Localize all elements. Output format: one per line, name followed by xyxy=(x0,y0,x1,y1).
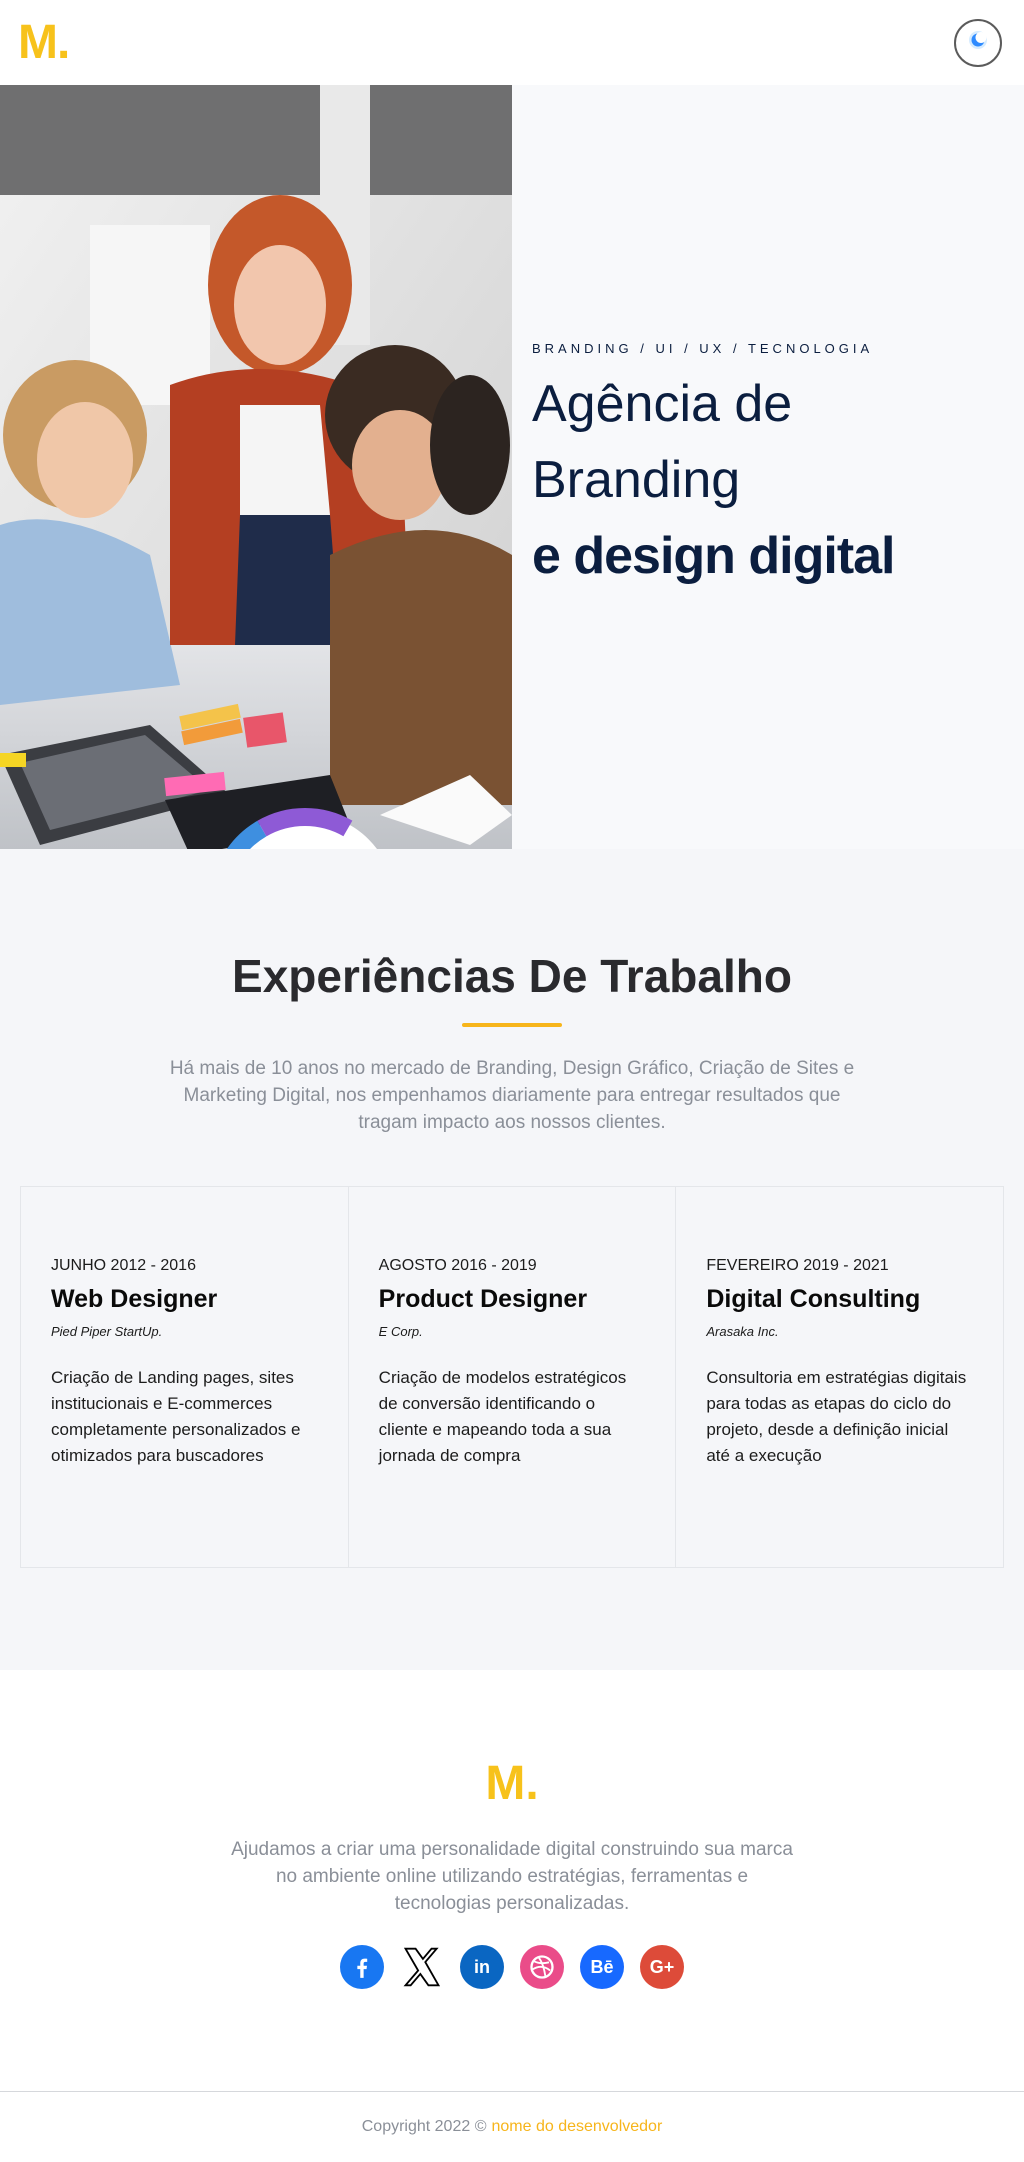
experience-card: JUNHO 2012 - 2016 Web Designer Pied Pipe… xyxy=(21,1187,349,1567)
google-plus-label: G+ xyxy=(649,1956,675,1977)
title-underline xyxy=(462,1023,562,1027)
x-icon[interactable] xyxy=(400,1945,444,1989)
social-links: in Bē G+ xyxy=(0,1945,1024,1989)
copyright-bar: Copyright 2022 © nome do desenvolvedor xyxy=(0,2092,1024,2162)
section-description: Há mais de 10 anos no mercado de Brandin… xyxy=(169,1058,855,1133)
site-header: M. xyxy=(0,0,1024,85)
card-date: AGOSTO 2016 - 2019 xyxy=(378,1257,537,1274)
linkedin-icon[interactable]: in xyxy=(460,1945,504,1989)
copyright-text: Copyright 2022 © xyxy=(361,2118,487,2135)
card-title: Web Designer xyxy=(51,1285,218,1313)
card-title: Digital Consulting xyxy=(706,1285,921,1313)
experience-card: AGOSTO 2016 - 2019 Product Designer E Co… xyxy=(349,1187,677,1567)
card-text: Criação de modelos estratégicos de conve… xyxy=(378,1368,627,1465)
card-company: Arasaka Inc. xyxy=(706,1324,779,1339)
behance-icon[interactable]: Bē xyxy=(580,1945,624,1989)
experience-section: Experiências De Trabalho Há mais de 10 a… xyxy=(0,849,1024,1670)
footer-description: Ajudamos a criar uma personalidade digit… xyxy=(231,1839,793,1914)
hero-section: BRANDING / UI / UX / TECNOLOGIA Agência … xyxy=(0,85,1024,849)
linkedin-label: in xyxy=(474,1956,490,1977)
site-logo[interactable]: M. xyxy=(18,18,70,67)
card-title: Product Designer xyxy=(378,1285,588,1313)
hero-photo xyxy=(0,85,512,849)
theme-toggle-button[interactable] xyxy=(954,18,1002,67)
dribbble-icon[interactable] xyxy=(520,1945,564,1989)
hero-title-line3: e design digital xyxy=(532,526,896,585)
section-title: Experiências De Trabalho xyxy=(232,950,792,1002)
moon-icon xyxy=(966,28,990,57)
card-text: Criação de Landing pages, sites instituc… xyxy=(51,1368,301,1465)
hero-title-line1: Agência de xyxy=(532,374,793,433)
hero-title-line2: Branding xyxy=(532,450,741,509)
developer-link[interactable]: nome do desenvolvedor xyxy=(491,2118,662,2136)
card-date: JUNHO 2012 - 2016 xyxy=(51,1257,196,1274)
google-plus-icon[interactable]: G+ xyxy=(640,1945,684,1989)
experience-cards: JUNHO 2012 - 2016 Web Designer Pied Pipe… xyxy=(20,1186,1004,1568)
card-company: Pied Piper StartUp. xyxy=(51,1324,163,1339)
footer-logo[interactable]: M. xyxy=(0,1760,1024,1808)
card-date: FEVEREIRO 2019 - 2021 xyxy=(706,1257,889,1274)
hero-kicker: BRANDING / UI / UX / TECNOLOGIA xyxy=(532,340,874,356)
experience-card: FEVEREIRO 2019 - 2021 Digital Consulting… xyxy=(676,1187,1003,1567)
hero-text: BRANDING / UI / UX / TECNOLOGIA Agência … xyxy=(512,85,1024,849)
site-footer: M. Ajudamos a criar uma personalidade di… xyxy=(0,1670,1024,2092)
card-company: E Corp. xyxy=(378,1324,423,1339)
behance-label: Bē xyxy=(590,1956,614,1977)
facebook-icon[interactable] xyxy=(340,1945,384,1989)
card-text: Consultoria em estratégias digitais para… xyxy=(706,1368,967,1465)
